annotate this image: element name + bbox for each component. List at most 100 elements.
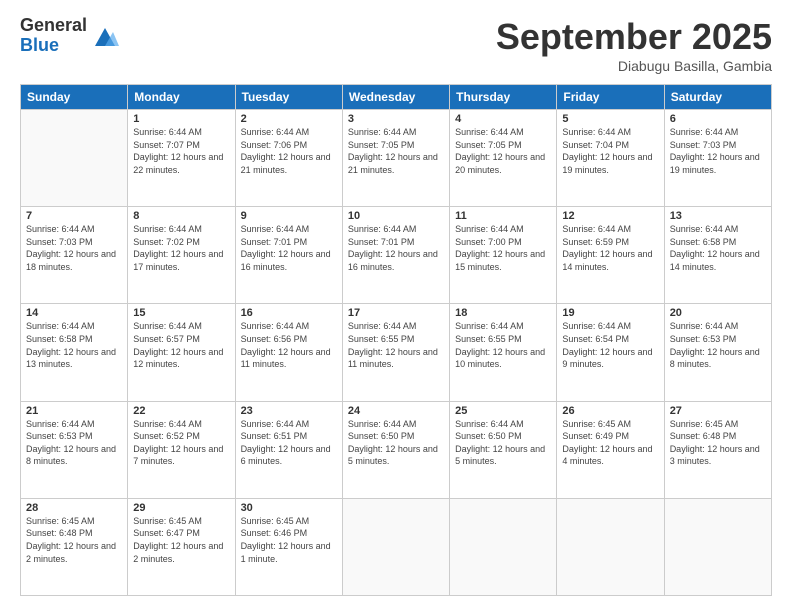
day-info: Sunrise: 6:45 AM Sunset: 6:47 PM Dayligh… [133,515,229,565]
day-number: 5 [562,113,658,125]
calendar-cell: 8Sunrise: 6:44 AM Sunset: 7:02 PM Daylig… [128,207,235,304]
day-number: 1 [133,113,229,125]
day-info: Sunrise: 6:44 AM Sunset: 6:58 PM Dayligh… [26,320,122,370]
weekday-header: Friday [557,85,664,110]
day-info: Sunrise: 6:44 AM Sunset: 6:59 PM Dayligh… [562,223,658,273]
day-info: Sunrise: 6:44 AM Sunset: 6:50 PM Dayligh… [348,418,444,468]
day-number: 26 [562,405,658,417]
logo-blue: Blue [20,36,87,56]
calendar-cell: 5Sunrise: 6:44 AM Sunset: 7:04 PM Daylig… [557,110,664,207]
day-number: 7 [26,210,122,222]
logo-general: General [20,16,87,36]
day-number: 21 [26,405,122,417]
day-info: Sunrise: 6:44 AM Sunset: 6:54 PM Dayligh… [562,320,658,370]
calendar-cell: 13Sunrise: 6:44 AM Sunset: 6:58 PM Dayli… [664,207,771,304]
logo: General Blue [20,16,119,56]
month-title: September 2025 [496,16,772,58]
day-info: Sunrise: 6:44 AM Sunset: 6:55 PM Dayligh… [348,320,444,370]
calendar-cell: 25Sunrise: 6:44 AM Sunset: 6:50 PM Dayli… [450,401,557,498]
day-number: 13 [670,210,766,222]
calendar-cell: 28Sunrise: 6:45 AM Sunset: 6:48 PM Dayli… [21,498,128,595]
calendar-cell: 24Sunrise: 6:44 AM Sunset: 6:50 PM Dayli… [342,401,449,498]
calendar-week-row: 1Sunrise: 6:44 AM Sunset: 7:07 PM Daylig… [21,110,772,207]
day-number: 22 [133,405,229,417]
day-number: 8 [133,210,229,222]
day-info: Sunrise: 6:44 AM Sunset: 7:03 PM Dayligh… [26,223,122,273]
calendar-week-row: 21Sunrise: 6:44 AM Sunset: 6:53 PM Dayli… [21,401,772,498]
day-number: 17 [348,307,444,319]
calendar-cell: 14Sunrise: 6:44 AM Sunset: 6:58 PM Dayli… [21,304,128,401]
calendar-cell: 6Sunrise: 6:44 AM Sunset: 7:03 PM Daylig… [664,110,771,207]
weekday-header: Monday [128,85,235,110]
day-info: Sunrise: 6:45 AM Sunset: 6:49 PM Dayligh… [562,418,658,468]
day-info: Sunrise: 6:44 AM Sunset: 6:51 PM Dayligh… [241,418,337,468]
day-number: 2 [241,113,337,125]
day-info: Sunrise: 6:44 AM Sunset: 7:04 PM Dayligh… [562,126,658,176]
weekday-header: Sunday [21,85,128,110]
day-number: 27 [670,405,766,417]
day-number: 24 [348,405,444,417]
weekday-header: Wednesday [342,85,449,110]
day-info: Sunrise: 6:44 AM Sunset: 7:07 PM Dayligh… [133,126,229,176]
calendar-cell: 16Sunrise: 6:44 AM Sunset: 6:56 PM Dayli… [235,304,342,401]
calendar-cell: 10Sunrise: 6:44 AM Sunset: 7:01 PM Dayli… [342,207,449,304]
calendar-cell: 19Sunrise: 6:44 AM Sunset: 6:54 PM Dayli… [557,304,664,401]
calendar-cell: 30Sunrise: 6:45 AM Sunset: 6:46 PM Dayli… [235,498,342,595]
calendar-cell [21,110,128,207]
location: Diabugu Basilla, Gambia [496,58,772,74]
day-number: 29 [133,502,229,514]
day-info: Sunrise: 6:44 AM Sunset: 6:56 PM Dayligh… [241,320,337,370]
day-number: 18 [455,307,551,319]
day-number: 20 [670,307,766,319]
day-info: Sunrise: 6:44 AM Sunset: 7:02 PM Dayligh… [133,223,229,273]
calendar-week-row: 7Sunrise: 6:44 AM Sunset: 7:03 PM Daylig… [21,207,772,304]
calendar-cell: 22Sunrise: 6:44 AM Sunset: 6:52 PM Dayli… [128,401,235,498]
calendar-cell: 17Sunrise: 6:44 AM Sunset: 6:55 PM Dayli… [342,304,449,401]
page: General Blue September 2025 Diabugu Basi… [0,0,792,612]
day-info: Sunrise: 6:44 AM Sunset: 7:05 PM Dayligh… [455,126,551,176]
calendar-cell: 20Sunrise: 6:44 AM Sunset: 6:53 PM Dayli… [664,304,771,401]
calendar-cell: 9Sunrise: 6:44 AM Sunset: 7:01 PM Daylig… [235,207,342,304]
day-number: 28 [26,502,122,514]
day-info: Sunrise: 6:44 AM Sunset: 6:53 PM Dayligh… [670,320,766,370]
day-info: Sunrise: 6:44 AM Sunset: 6:55 PM Dayligh… [455,320,551,370]
title-section: September 2025 Diabugu Basilla, Gambia [496,16,772,74]
calendar-cell [664,498,771,595]
calendar-table: SundayMondayTuesdayWednesdayThursdayFrid… [20,84,772,596]
day-number: 4 [455,113,551,125]
header: General Blue September 2025 Diabugu Basi… [20,16,772,74]
day-info: Sunrise: 6:44 AM Sunset: 7:01 PM Dayligh… [348,223,444,273]
calendar-cell: 11Sunrise: 6:44 AM Sunset: 7:00 PM Dayli… [450,207,557,304]
weekday-header: Tuesday [235,85,342,110]
day-number: 15 [133,307,229,319]
day-number: 23 [241,405,337,417]
calendar-header-row: SundayMondayTuesdayWednesdayThursdayFrid… [21,85,772,110]
day-info: Sunrise: 6:44 AM Sunset: 6:57 PM Dayligh… [133,320,229,370]
day-info: Sunrise: 6:44 AM Sunset: 7:01 PM Dayligh… [241,223,337,273]
day-number: 16 [241,307,337,319]
day-info: Sunrise: 6:44 AM Sunset: 7:00 PM Dayligh… [455,223,551,273]
calendar-cell [450,498,557,595]
calendar-week-row: 14Sunrise: 6:44 AM Sunset: 6:58 PM Dayli… [21,304,772,401]
calendar-cell [557,498,664,595]
day-info: Sunrise: 6:44 AM Sunset: 6:50 PM Dayligh… [455,418,551,468]
calendar-cell: 15Sunrise: 6:44 AM Sunset: 6:57 PM Dayli… [128,304,235,401]
day-number: 12 [562,210,658,222]
day-info: Sunrise: 6:44 AM Sunset: 6:52 PM Dayligh… [133,418,229,468]
calendar-cell: 18Sunrise: 6:44 AM Sunset: 6:55 PM Dayli… [450,304,557,401]
day-info: Sunrise: 6:45 AM Sunset: 6:48 PM Dayligh… [26,515,122,565]
calendar-cell: 3Sunrise: 6:44 AM Sunset: 7:05 PM Daylig… [342,110,449,207]
day-info: Sunrise: 6:44 AM Sunset: 7:06 PM Dayligh… [241,126,337,176]
day-number: 6 [670,113,766,125]
calendar-cell: 7Sunrise: 6:44 AM Sunset: 7:03 PM Daylig… [21,207,128,304]
calendar-cell: 21Sunrise: 6:44 AM Sunset: 6:53 PM Dayli… [21,401,128,498]
day-number: 10 [348,210,444,222]
calendar-week-row: 28Sunrise: 6:45 AM Sunset: 6:48 PM Dayli… [21,498,772,595]
day-info: Sunrise: 6:45 AM Sunset: 6:48 PM Dayligh… [670,418,766,468]
calendar-cell: 29Sunrise: 6:45 AM Sunset: 6:47 PM Dayli… [128,498,235,595]
calendar-cell [342,498,449,595]
calendar-cell: 1Sunrise: 6:44 AM Sunset: 7:07 PM Daylig… [128,110,235,207]
day-info: Sunrise: 6:44 AM Sunset: 7:03 PM Dayligh… [670,126,766,176]
weekday-header: Saturday [664,85,771,110]
calendar-cell: 4Sunrise: 6:44 AM Sunset: 7:05 PM Daylig… [450,110,557,207]
